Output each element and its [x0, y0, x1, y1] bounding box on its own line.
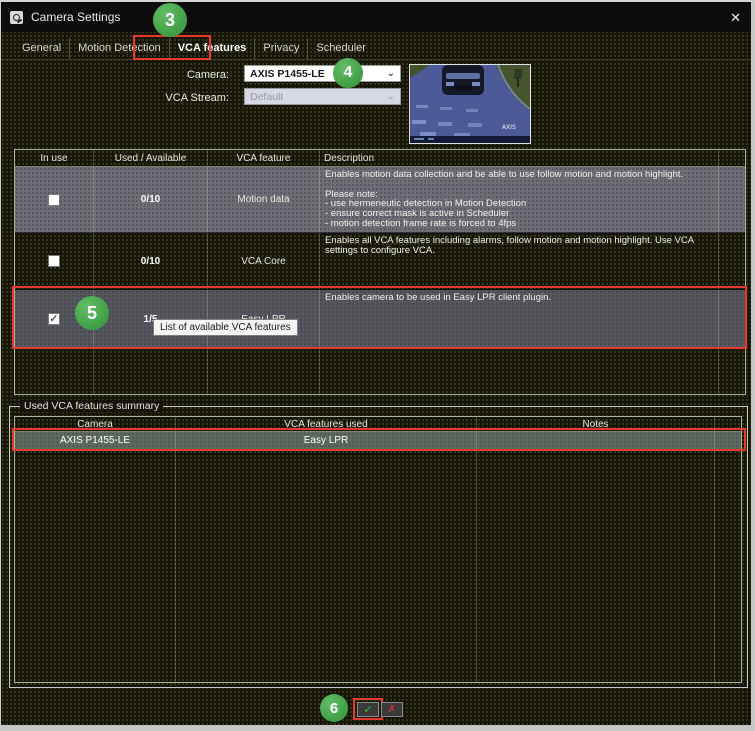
close-icon[interactable]: ✕	[730, 11, 741, 24]
header-notes: Notes	[477, 417, 715, 431]
tab-underline	[1, 59, 751, 60]
summary-notes-value	[477, 432, 715, 449]
header-description: Description	[320, 150, 719, 166]
cancel-button[interactable]: ✗	[381, 702, 403, 717]
tab-vca-features[interactable]: VCA features	[170, 38, 256, 59]
table-row-vca-core[interactable]: 0/10 VCA Core Enables all VCA features i…	[15, 233, 745, 290]
header-camera: Camera	[15, 417, 176, 431]
summary-table: Camera VCA features used Notes AXIS P145…	[14, 416, 742, 683]
in-use-checkbox-easy-lpr[interactable]: ✓	[48, 313, 60, 325]
header-vca-features-used: VCA features used	[176, 417, 477, 431]
header-spacer	[719, 150, 745, 166]
row-spacer	[719, 233, 745, 289]
ok-button[interactable]: ✓	[357, 702, 379, 717]
used-available-value: 0/10	[94, 233, 208, 289]
camera-preview-art: AXIS	[410, 65, 530, 143]
feature-description: Enables camera to be used in Easy LPR cl…	[320, 290, 719, 348]
annotation-step-5: 5	[75, 296, 109, 330]
annotation-step-4: 4	[333, 58, 363, 88]
summary-row-axis-p1455[interactable]: AXIS P1455-LE Easy LPR	[15, 432, 741, 450]
camera-select[interactable]: AXIS P1455-LE ⌄	[244, 65, 401, 82]
chevron-down-icon: ⌄	[387, 69, 395, 79]
vca-stream-select[interactable]: Default ⌄	[244, 88, 401, 105]
header-vca-feature: VCA feature	[208, 150, 320, 166]
in-use-checkbox-vca-core[interactable]	[48, 255, 60, 267]
title-bar[interactable]: Camera Settings ✕	[1, 2, 751, 32]
row-spacer	[719, 290, 745, 348]
annotation-step-6: 6	[320, 694, 348, 722]
camera-select-value: AXIS P1455-LE	[250, 68, 325, 80]
row-spacer	[719, 167, 745, 232]
tab-general[interactable]: General	[14, 38, 70, 59]
feature-description: Enables all VCA features including alarm…	[320, 233, 719, 289]
annotation-step-3: 3	[153, 3, 187, 37]
tab-bar: General Motion Detection VCA features Pr…	[14, 38, 374, 59]
chevron-down-icon: ⌄	[387, 92, 395, 102]
tab-privacy[interactable]: Privacy	[255, 38, 308, 59]
camera-preview-image: AXIS	[409, 64, 531, 144]
tab-motion-detection[interactable]: Motion Detection	[70, 38, 170, 59]
camera-label: Camera:	[109, 69, 229, 81]
header-in-use: In use	[15, 150, 94, 166]
camera-settings-dialog: Camera Settings ✕ General Motion Detecti…	[0, 0, 755, 731]
summary-legend: Used VCA features summary	[20, 400, 163, 412]
row-spacer	[715, 432, 741, 449]
check-icon: ✓	[363, 703, 372, 716]
table-empty-rows	[15, 349, 745, 394]
in-use-checkbox-motion-data[interactable]	[48, 194, 60, 206]
summary-empty-rows	[15, 450, 741, 682]
header-used-available: Used / Available	[94, 150, 208, 166]
header-spacer	[715, 417, 741, 431]
svg-text:AXIS: AXIS	[502, 124, 516, 131]
tab-scheduler[interactable]: Scheduler	[308, 38, 374, 59]
features-table-header: In use Used / Available VCA feature Desc…	[15, 150, 745, 167]
vca-feature-name: Motion data	[208, 167, 320, 232]
vca-feature-name: VCA Core	[208, 233, 320, 289]
summary-features-used-value: Easy LPR	[176, 432, 477, 449]
vca-stream-select-value: Default	[250, 91, 283, 103]
summary-header: Camera VCA features used Notes	[15, 417, 741, 432]
vca-features-table: In use Used / Available VCA feature Desc…	[14, 149, 746, 395]
table-row-motion-data[interactable]: 0/10 Motion data Enables motion data col…	[15, 167, 745, 233]
window-title: Camera Settings	[31, 10, 120, 24]
tooltip: List of available VCA features	[153, 319, 298, 336]
vca-stream-label: VCA Stream:	[109, 92, 229, 104]
summary-camera-value: AXIS P1455-LE	[15, 432, 176, 449]
used-available-value: 0/10	[94, 167, 208, 232]
camera-settings-icon	[10, 11, 23, 24]
table-row-easy-lpr[interactable]: ✓ 1/5 Easy LPR Enables camera to be used…	[15, 290, 745, 349]
cross-icon: ✗	[388, 704, 396, 715]
used-vca-summary-group: Used VCA features summary Camera VCA fea…	[9, 406, 748, 688]
feature-description: Enables motion data collection and be ab…	[320, 167, 719, 232]
